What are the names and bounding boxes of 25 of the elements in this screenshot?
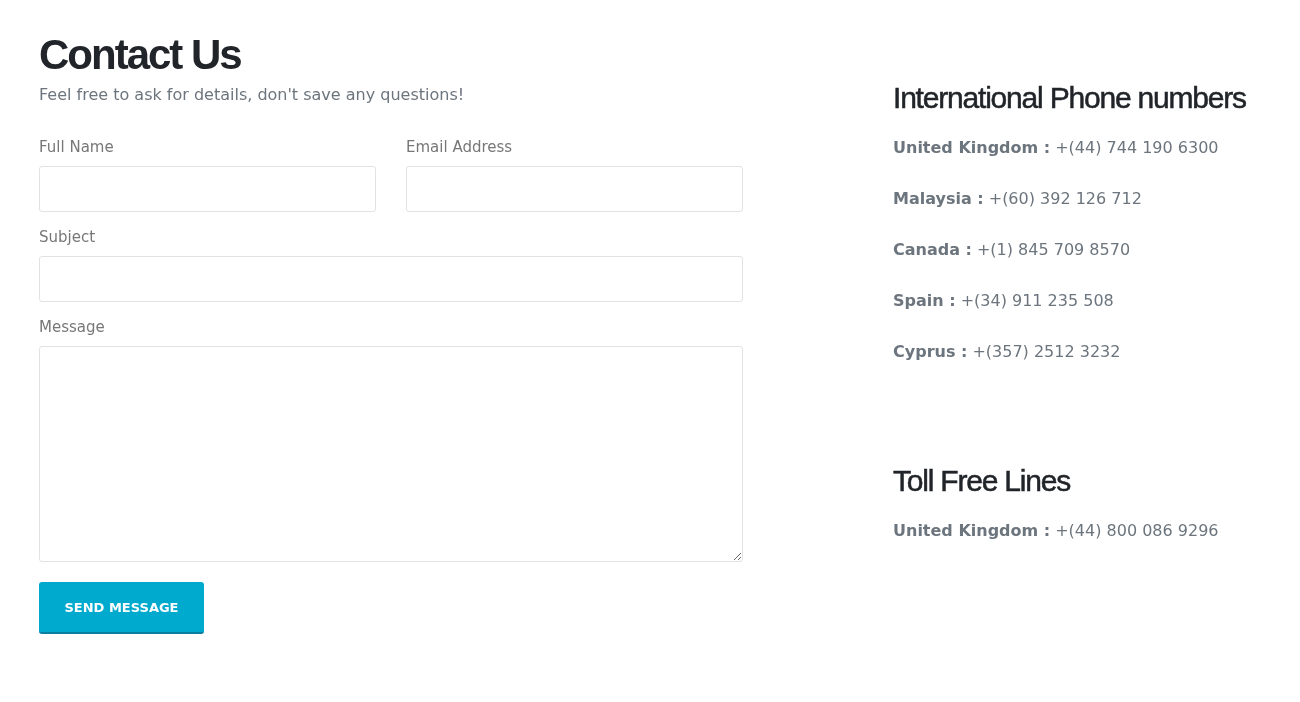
country-label: Cyprus : xyxy=(893,342,968,361)
country-label: Malaysia : xyxy=(893,189,984,208)
phone-number: +(44) 800 086 9296 xyxy=(1055,521,1219,540)
page-subtitle: Feel free to ask for details, don't save any questions! xyxy=(39,84,466,106)
country-label: Spain : xyxy=(893,291,956,310)
input-field[interactable] xyxy=(406,166,743,212)
send-message-button[interactable]: SEND MESSAGE xyxy=(39,582,204,634)
page-title: Contact Us xyxy=(39,30,242,80)
phone-number: +(60) 392 126 712 xyxy=(988,189,1142,208)
field-label: Email Address xyxy=(406,137,514,158)
country-label: Canada : xyxy=(893,240,972,259)
message-field[interactable] xyxy=(39,346,743,562)
phone-number: +(1) 845 709 8570 xyxy=(976,240,1131,259)
input-field[interactable] xyxy=(39,166,376,212)
section-title: International Phone numbers xyxy=(893,80,1246,116)
field-label: Subject xyxy=(39,227,97,248)
input-field[interactable] xyxy=(39,256,743,302)
field-label: Message xyxy=(39,317,106,338)
section-title: Toll Free Lines xyxy=(893,463,1072,499)
field-label: Full Name xyxy=(39,137,115,158)
phone-number: +(44) 744 190 6300 xyxy=(1055,138,1219,157)
country-label: United Kingdom : xyxy=(893,138,1051,157)
phone-number: +(34) 911 235 508 xyxy=(960,291,1114,310)
phone-number: +(357) 2512 3232 xyxy=(972,342,1121,361)
country-label: United Kingdom : xyxy=(893,521,1051,540)
